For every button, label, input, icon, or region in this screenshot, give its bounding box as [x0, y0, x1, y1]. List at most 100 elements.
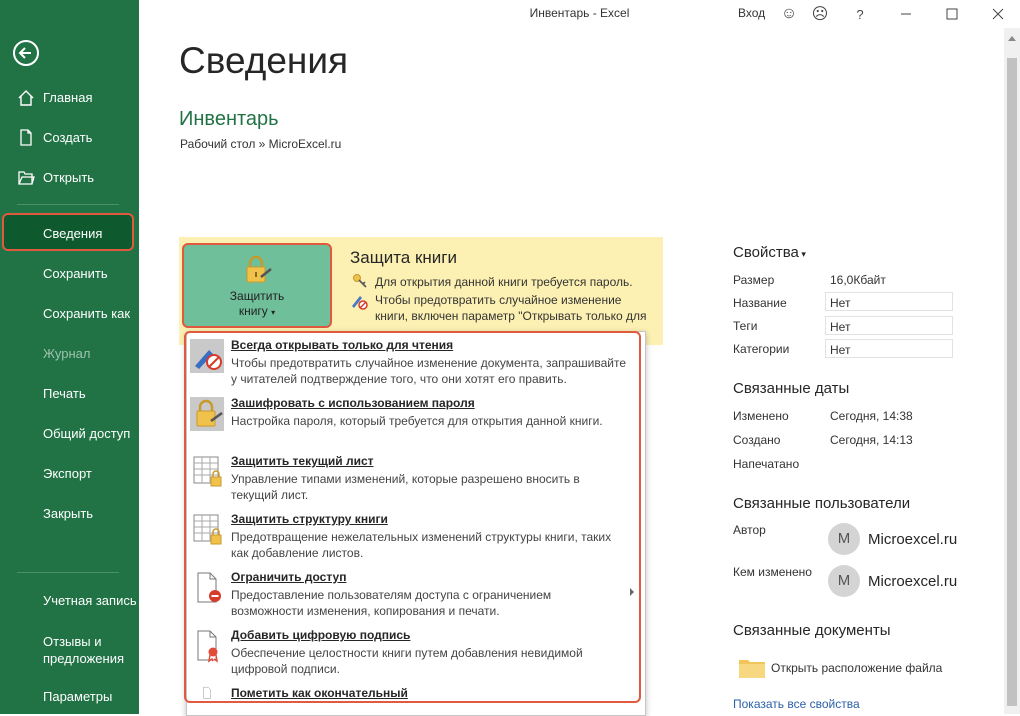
edit-blocked-icon: [352, 296, 368, 310]
protect-label-line1: Защитить: [229, 289, 285, 303]
nav-feedback-line2: предложения: [43, 651, 125, 666]
menu-item-description: Предотвращение нежелательных изменений с…: [231, 530, 612, 560]
menu-item-title: Защитить структуру книги: [231, 512, 388, 526]
nav-options[interactable]: Параметры: [0, 682, 139, 712]
nav-close-label: Закрыть: [43, 506, 94, 521]
nav-options-label: Параметры: [43, 689, 113, 704]
menu-item-title: Добавить цифровую подпись: [231, 628, 411, 642]
protection-info-line3: книги, включен параметр "Открывать тольк…: [375, 309, 647, 323]
protect-workbook-button[interactable]: Защитить книгу ▾: [182, 243, 332, 328]
document-final-icon: [203, 686, 211, 699]
document-path: Рабочий стол » MicroExcel.ru: [180, 137, 342, 151]
date-created-key: Создано: [733, 433, 781, 447]
nav-info-label: Сведения: [43, 226, 103, 241]
scroll-up-arrow-icon[interactable]: [1008, 36, 1016, 41]
nav-account-label: Учетная запись: [43, 593, 137, 608]
back-button[interactable]: [13, 40, 39, 66]
nav-print-label: Печать: [43, 386, 86, 401]
nav-new[interactable]: Создать: [0, 123, 139, 153]
nav-export[interactable]: Экспорт: [0, 459, 139, 489]
date-printed-key: Напечатано: [733, 457, 800, 471]
author-name[interactable]: Microexcel.ru: [868, 531, 957, 548]
modified-by-key: Кем изменено: [733, 565, 812, 579]
prop-tags-key: Теги: [733, 319, 758, 333]
document-restricted-icon: [197, 572, 221, 603]
nav-share-label: Общий доступ: [43, 426, 131, 441]
menu-item-description: Управление типами изменений, которые раз…: [231, 472, 580, 502]
nav-print[interactable]: Печать: [0, 379, 139, 409]
nav-save[interactable]: Сохранить: [0, 259, 139, 289]
smile-icon[interactable]: ☺: [779, 4, 799, 24]
nav-save-as[interactable]: Сохранить как: [0, 299, 139, 329]
nav-export-label: Экспорт: [43, 466, 92, 481]
prop-size-value: 16,0Кбайт: [830, 273, 886, 287]
show-all-properties-link[interactable]: Показать все свойства: [733, 697, 860, 711]
properties-title[interactable]: Свойства ▾: [733, 244, 806, 261]
prop-title-key: Название: [733, 296, 787, 310]
menu-item-description: Обеспечение целостности книги путем доба…: [231, 646, 583, 676]
nav-feedback[interactable]: Отзывы и предложения: [43, 633, 124, 667]
protection-info-line2: Чтобы предотвратить случайное изменение: [375, 293, 622, 307]
submenu-arrow-icon: [630, 588, 634, 596]
avatar[interactable]: M: [828, 565, 860, 597]
protect-label-line2-text: книгу: [238, 304, 268, 318]
nav-home[interactable]: Главная: [0, 83, 139, 113]
avatar[interactable]: M: [828, 523, 860, 555]
nav-history-label: Журнал: [43, 346, 91, 361]
prop-categories-value: Нет: [830, 343, 851, 357]
related-documents-title: Связанные документы: [733, 622, 891, 639]
folder-icon: [739, 660, 765, 678]
protect-label-line2: книгу ▾: [184, 304, 330, 320]
author-key: Автор: [733, 523, 766, 537]
modified-by-name[interactable]: Microexcel.ru: [868, 573, 957, 590]
date-modified-key: Изменено: [733, 409, 789, 423]
back-arrow-icon: [18, 47, 31, 59]
pencil-blocked-icon: [190, 339, 224, 373]
menu-item-title: Защитить текущий лист: [231, 454, 374, 468]
maximize-icon[interactable]: [942, 4, 962, 24]
prop-size-key: Размер: [733, 273, 775, 287]
menu-item-title: Всегда открывать только для чтения: [231, 338, 454, 352]
new-document-icon: [20, 129, 32, 146]
frown-icon[interactable]: ☹: [810, 4, 830, 24]
menu-item-description: Чтобы предотвратить случайное изменение …: [231, 356, 626, 386]
menu-item-title: Ограничить доступ: [231, 570, 347, 584]
minimize-icon[interactable]: [896, 4, 916, 24]
nav-save-label: Сохранить: [43, 266, 108, 281]
close-icon[interactable]: [988, 4, 1008, 24]
window-title: Инвентарь - Excel: [529, 6, 630, 20]
nav-separator-bottom: [17, 572, 119, 573]
date-created-value: Сегодня, 14:13: [830, 433, 913, 447]
scroll-thumb[interactable]: [1007, 58, 1017, 706]
date-modified-value: Сегодня, 14:38: [830, 409, 913, 423]
menu-item-description: Предоставление пользователям доступа с о…: [231, 588, 552, 618]
nav-info[interactable]: Сведения: [0, 219, 139, 249]
nav-open-label: Открыть: [43, 170, 95, 185]
protection-title: Защита книги: [350, 248, 457, 267]
protect-workbook-label: Защитить книгу ▾: [184, 289, 330, 320]
menu-item-title: Зашифровать с использованием пароля: [231, 396, 475, 410]
vertical-scrollbar[interactable]: [1004, 28, 1020, 714]
key-icon: [353, 274, 367, 288]
nav-feedback-line1: Отзывы и: [43, 634, 102, 649]
prop-tags-value: Нет: [830, 320, 851, 334]
prop-categories-key: Категории: [733, 342, 790, 356]
help-icon[interactable]: ?: [850, 4, 870, 24]
nav-account[interactable]: Учетная запись: [0, 586, 139, 616]
lock-key-icon: [190, 397, 224, 431]
properties-title-text: Свойства: [733, 244, 799, 261]
open-file-location-link[interactable]: Открыть расположение файла: [771, 661, 942, 675]
nav-new-label: Создать: [43, 130, 93, 145]
nav-share[interactable]: Общий доступ: [0, 419, 139, 449]
nav-home-label: Главная: [43, 90, 93, 105]
nav-close[interactable]: Закрыть: [0, 499, 139, 529]
sheet-lock-icon: [193, 456, 222, 487]
chevron-down-icon: ▾: [798, 249, 806, 259]
nav-open[interactable]: Открыть: [0, 163, 139, 193]
sign-in-link[interactable]: Вход: [738, 6, 765, 20]
nav-history: Журнал: [0, 339, 139, 369]
menu-item-description: Настройка пароля, который требуется для …: [231, 414, 603, 428]
page-title: Сведения: [179, 40, 349, 81]
menu-item-title: Пометить как окончательный: [231, 686, 408, 700]
nav-save-as-label: Сохранить как: [43, 306, 131, 321]
